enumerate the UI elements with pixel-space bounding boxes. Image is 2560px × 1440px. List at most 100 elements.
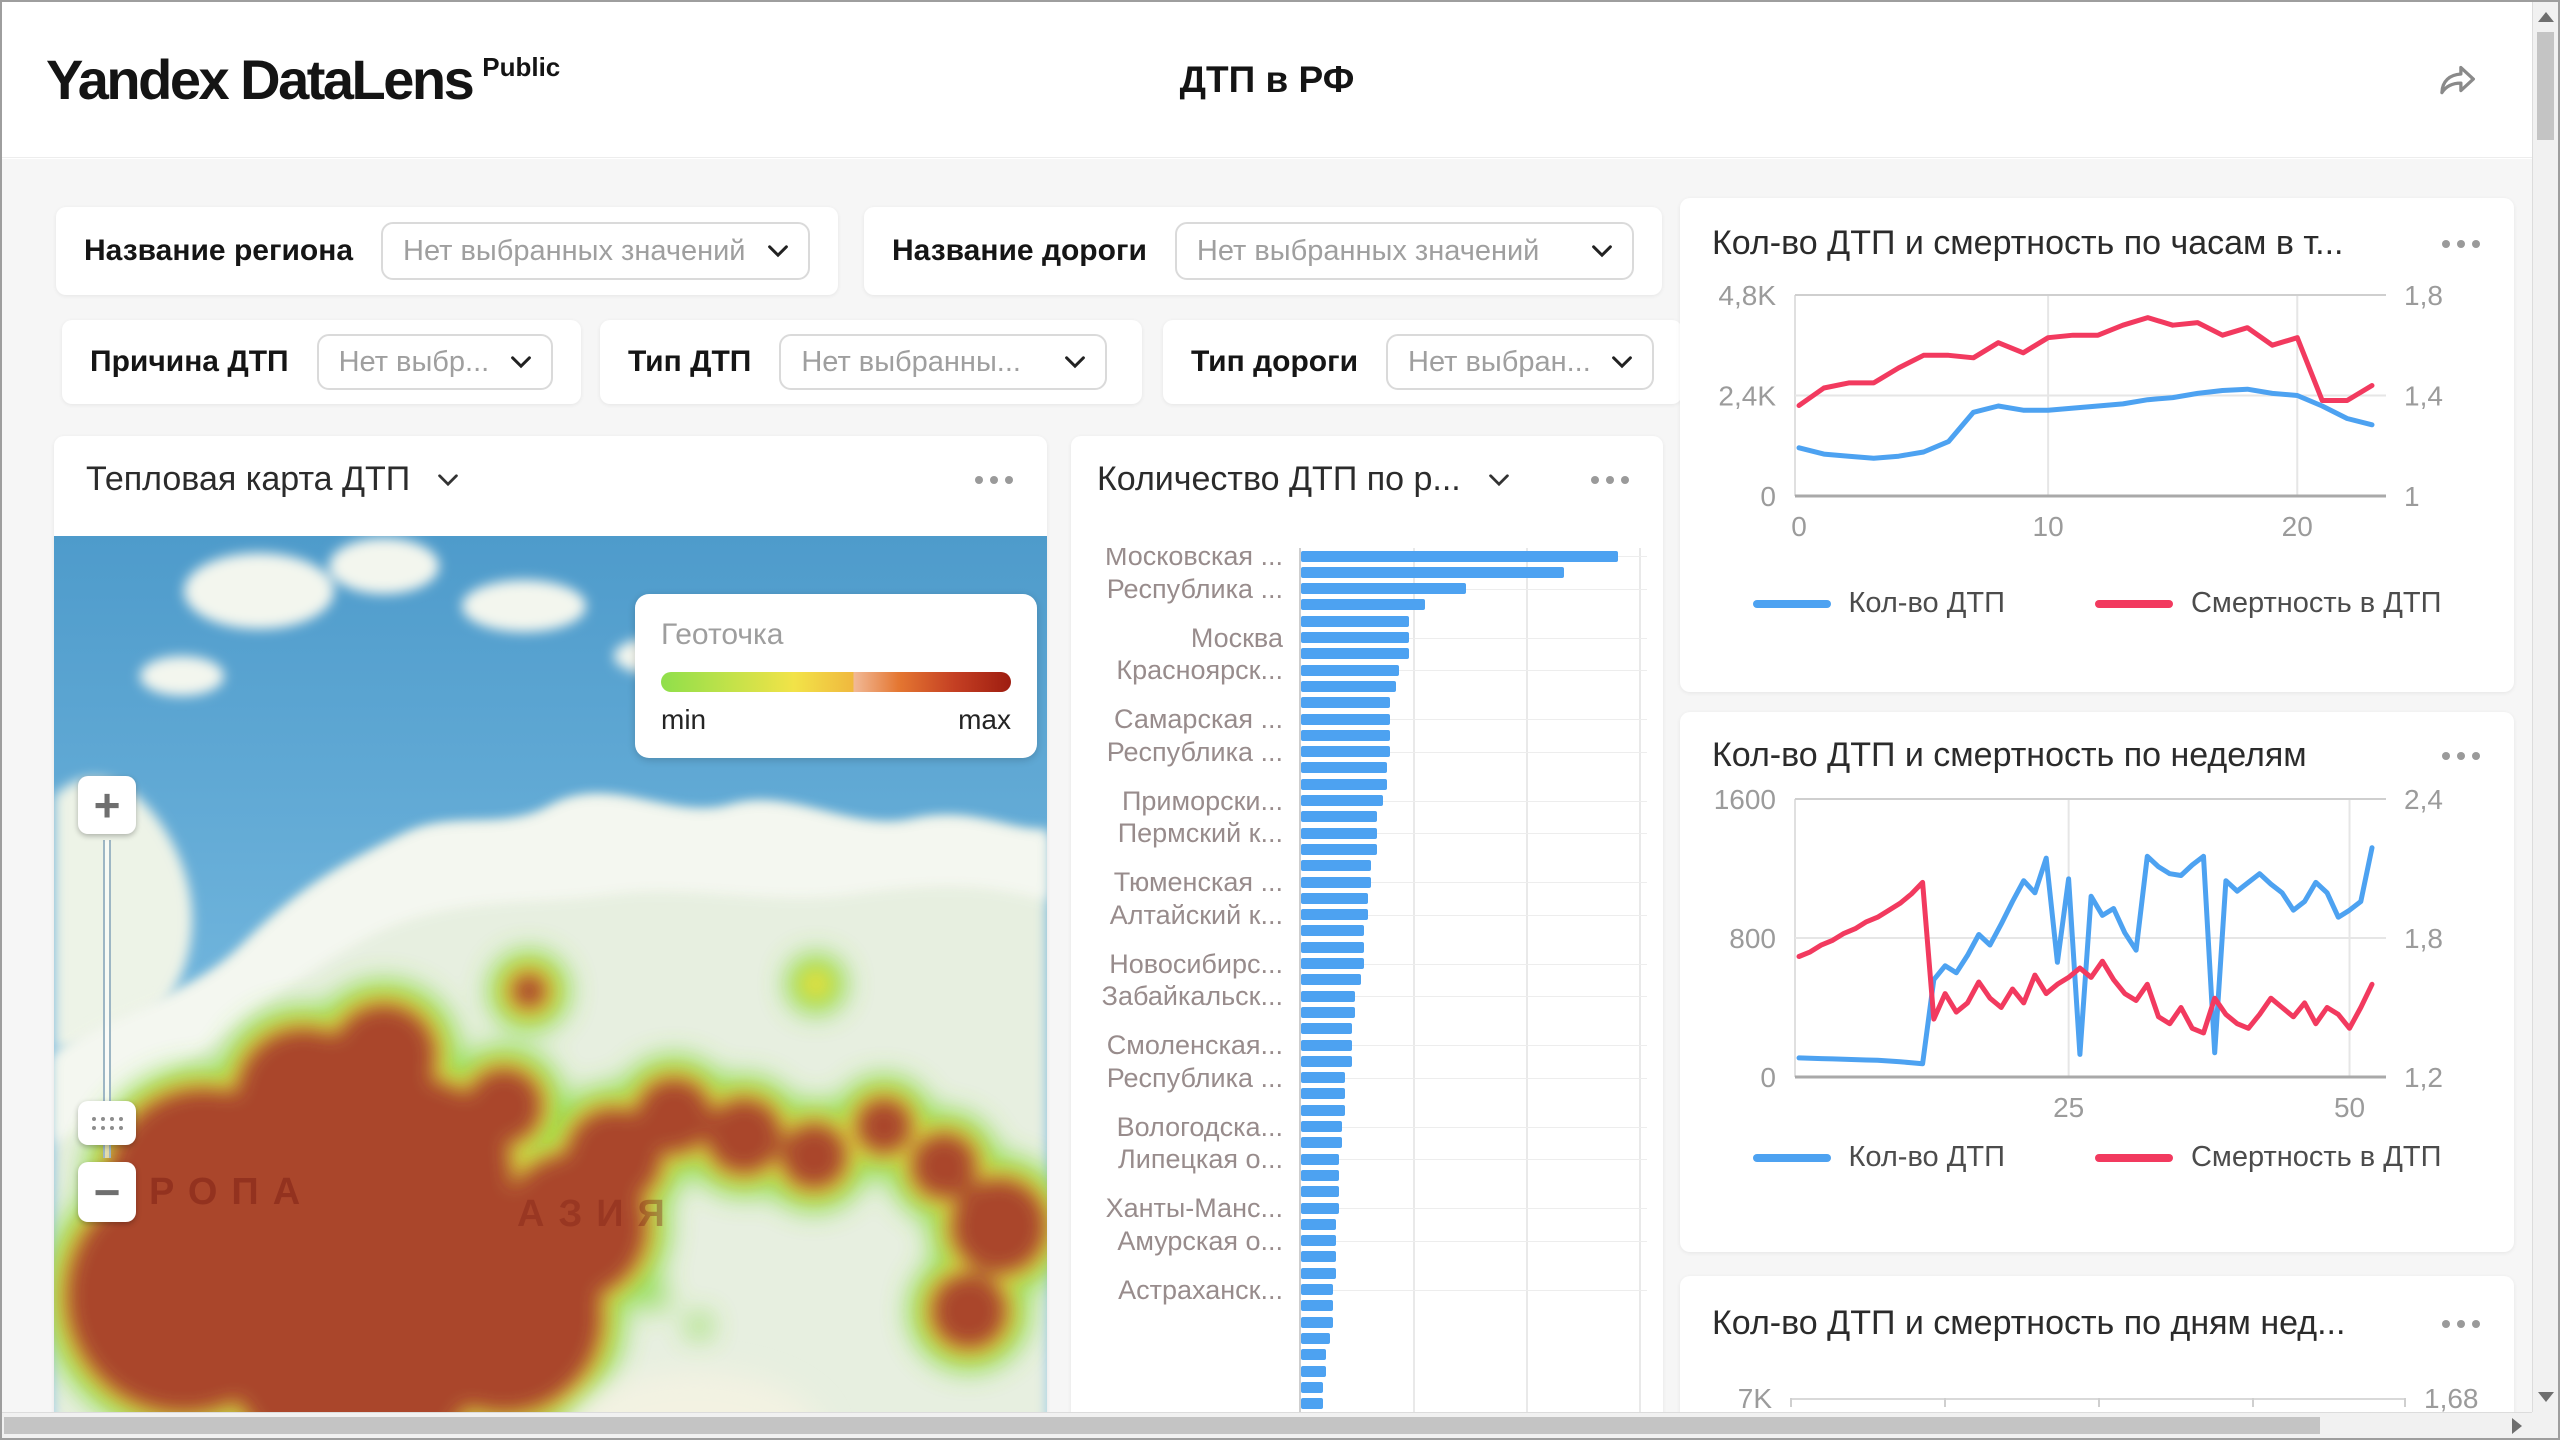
bar-category-label: Смоленская... (1071, 1030, 1283, 1061)
bar (1301, 974, 1361, 985)
bar (1301, 1300, 1333, 1311)
bar (1301, 567, 1564, 578)
legend-accidents[interactable]: Кол-во ДТП (1753, 587, 2005, 620)
days-chart-title: Кол-во ДТП и смертность по дням нед... (1712, 1304, 2345, 1343)
bar (1301, 811, 1377, 822)
filter-accident-type-select[interactable]: Нет выбранны... (779, 334, 1107, 390)
bar (1301, 616, 1409, 627)
svg-text:2,4K: 2,4K (1718, 381, 1776, 412)
filter-accident-type-label: Тип ДТП (628, 345, 751, 379)
filter-card-cause: Причина ДТП Нет выбр... (62, 320, 581, 404)
heatmap-legend-title: Геоточка (661, 618, 1011, 652)
filter-region-select[interactable]: Нет выбранных значений (381, 222, 810, 280)
bar (1301, 665, 1399, 676)
bar (1301, 1398, 1323, 1409)
bar (1301, 681, 1396, 692)
days-right-tick: 1,68 (2406, 1383, 2486, 1412)
vertical-scrollbar[interactable] (2532, 2, 2558, 1412)
svg-text:1600: 1600 (1714, 784, 1776, 815)
filter-cause-label: Причина ДТП (90, 345, 289, 379)
share-button[interactable] (2428, 50, 2488, 110)
bar (1301, 779, 1387, 790)
map-label-europe: РОПА (149, 1171, 314, 1213)
bar (1301, 844, 1377, 855)
bar (1301, 877, 1371, 888)
bar (1301, 1040, 1352, 1051)
svg-text:1,2: 1,2 (2404, 1062, 2443, 1093)
filter-region-label: Название региона (84, 234, 353, 268)
heatmap-map[interactable]: РОПА АЗИЯ Геоточка min max + − (54, 536, 1047, 1412)
scroll-down-button[interactable] (2533, 1384, 2558, 1410)
legend-mortality[interactable]: Смертность в ДТП (2095, 587, 2442, 620)
vertical-scrollbar-thumb[interactable] (2537, 32, 2554, 140)
heatmap-more-menu-button[interactable] (971, 466, 1017, 494)
bar (1301, 762, 1387, 773)
map-zoom-in-button[interactable]: + (78, 776, 136, 834)
heatmap-legend: Геоточка min max (635, 594, 1037, 758)
bar-category-label: Амурская о... (1071, 1226, 1283, 1257)
bar-category-label: Москва (1071, 623, 1283, 654)
svg-text:1: 1 (2404, 481, 2420, 512)
legend-dash-blue-icon (1753, 600, 1831, 608)
bar-chart-more-menu-button[interactable] (1587, 466, 1633, 494)
map-zoom-slider-handle[interactable] (78, 1101, 136, 1145)
bar-category-label: Республика ... (1071, 737, 1283, 768)
chevron-down-icon[interactable] (1485, 466, 1513, 494)
bar (1301, 860, 1371, 871)
bar (1301, 958, 1364, 969)
bar-gridline (1299, 1127, 1647, 1128)
svg-text:25: 25 (2053, 1092, 2084, 1123)
bar (1301, 1251, 1336, 1262)
bar (1301, 1317, 1333, 1328)
legend-dash-blue-icon (1753, 1154, 1831, 1162)
drag-dots-icon (92, 1117, 123, 1130)
legend-mortality[interactable]: Смертность в ДТП (2095, 1141, 2442, 1174)
datalens-logo[interactable]: Yandex DataLens Public (46, 52, 560, 108)
dashboard-content: Название региона Нет выбранных значений … (2, 159, 2532, 1412)
days-chart-more-menu-button[interactable] (2438, 1310, 2484, 1338)
map-label-asia: АЗИЯ (517, 1193, 679, 1235)
map-zoom-out-button[interactable]: − (78, 1162, 136, 1222)
weeks-chart-legend: Кол-во ДТП Смертность в ДТП (1680, 1141, 2514, 1174)
bar (1301, 991, 1355, 1002)
scroll-up-button[interactable] (2533, 4, 2558, 30)
bar (1301, 1349, 1326, 1360)
heatmap-card: Тепловая карта ДТП (54, 436, 1047, 1412)
bar (1301, 1121, 1342, 1132)
filter-road-type-select[interactable]: Нет выбран... (1386, 334, 1654, 390)
filter-cause-select[interactable]: Нет выбр... (317, 334, 553, 390)
svg-text:0: 0 (1791, 511, 1807, 542)
scroll-right-button[interactable] (2504, 1413, 2530, 1438)
heatmap-title: Тепловая карта ДТП (86, 460, 410, 499)
svg-text:800: 800 (1729, 923, 1776, 954)
horizontal-scrollbar[interactable] (2, 1412, 2532, 1438)
horizontal-scrollbar-thumb[interactable] (4, 1417, 2320, 1434)
bar-gridline (1299, 1078, 1647, 1079)
filter-card-road-type: Тип дороги Нет выбран... (1163, 320, 1682, 404)
bar-category-label: Вологодска... (1071, 1112, 1283, 1143)
bar (1301, 1007, 1355, 1018)
chevron-down-icon (1608, 348, 1636, 376)
bar-gridline (1639, 548, 1641, 1412)
filter-road-select[interactable]: Нет выбранных значений (1175, 222, 1634, 280)
chevron-down-icon[interactable] (434, 466, 462, 494)
arrow-up-icon (2538, 12, 2554, 22)
browser-viewport: Yandex DataLens Public ДТП в РФ Название… (0, 0, 2560, 1440)
bar-category-label: Республика ... (1071, 574, 1283, 605)
svg-text:10: 10 (2033, 511, 2064, 542)
filter-region-placeholder: Нет выбранных значений (403, 235, 754, 268)
weeks-chart-title: Кол-во ДТП и смертность по неделям (1712, 736, 2307, 775)
bar (1301, 1072, 1345, 1083)
bar-category-label: Алтайский к... (1071, 900, 1283, 931)
weeks-chart-more-menu-button[interactable] (2438, 742, 2484, 770)
svg-text:20: 20 (2282, 511, 2313, 542)
bar (1301, 599, 1425, 610)
bar-gridline (1299, 1159, 1647, 1160)
bar (1301, 1203, 1339, 1214)
legend-accidents[interactable]: Кол-во ДТП (1753, 1141, 2005, 1174)
hours-chart-title: Кол-во ДТП и смертность по часам в т... (1712, 224, 2344, 263)
filter-card-region: Название региона Нет выбранных значений (56, 207, 838, 295)
hours-chart-more-menu-button[interactable] (2438, 230, 2484, 258)
bar-category-label: Московская ... (1071, 548, 1283, 572)
bar (1301, 1137, 1342, 1148)
